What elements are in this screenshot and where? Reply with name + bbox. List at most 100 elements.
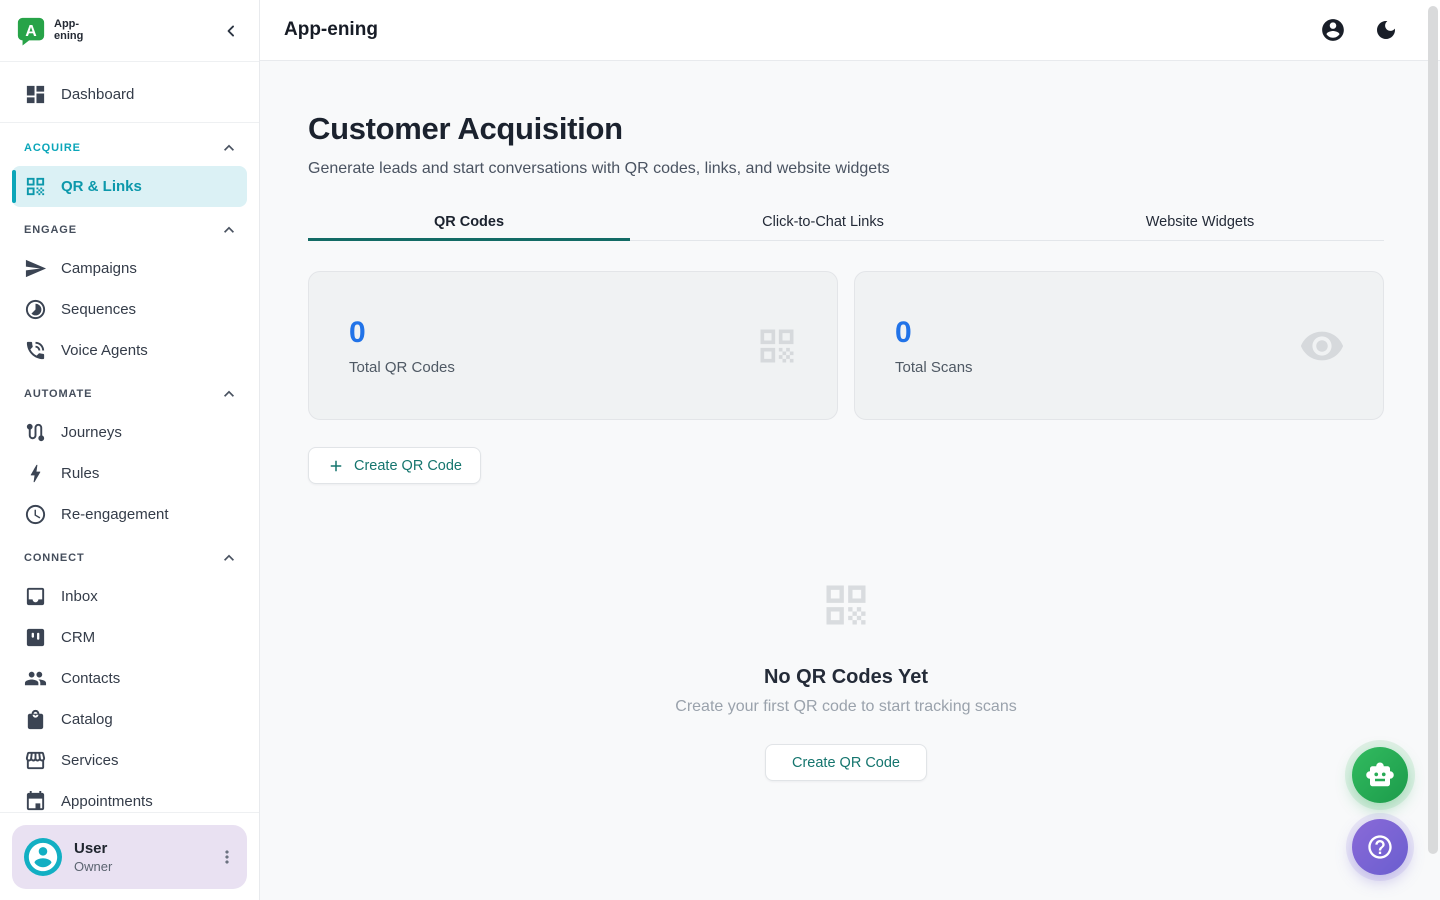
sidebar-section-automate[interactable]: AUTOMATE: [12, 376, 247, 412]
page-content: Customer Acquisition Generate leads and …: [260, 61, 1440, 781]
inbox-icon: [24, 585, 47, 608]
logo-icon: A: [16, 16, 46, 46]
people-icon: [24, 667, 47, 690]
sidebar-section-engage[interactable]: ENGAGE: [12, 212, 247, 248]
section-label: ENGAGE: [24, 224, 77, 236]
qr-code-icon: [755, 324, 799, 368]
sidebar-item-label: Inbox: [61, 588, 98, 605]
sidebar-item-label: Journeys: [61, 424, 122, 441]
chevron-left-icon: [221, 21, 241, 41]
help-icon: [1366, 833, 1394, 861]
sidebar-item-contacts[interactable]: Contacts: [12, 658, 247, 699]
kanban-icon: [24, 626, 47, 649]
sidebar-item-label: Dashboard: [61, 86, 134, 103]
more-vert-icon: [217, 847, 237, 867]
page-subtitle: Generate leads and start conversations w…: [308, 160, 1384, 178]
chevron-up-icon: [219, 384, 239, 404]
empty-state-title: No QR Codes Yet: [764, 666, 928, 689]
section-label: AUTOMATE: [24, 388, 92, 400]
shopping-bag-icon: [24, 708, 47, 731]
section-label: ACQUIRE: [24, 142, 81, 154]
sidebar-item-crm[interactable]: CRM: [12, 617, 247, 658]
user-meta: User Owner: [74, 840, 205, 874]
account-icon: [26, 840, 60, 874]
sidebar-item-label: Services: [61, 752, 119, 769]
empty-state-subtitle: Create your first QR code to start track…: [675, 698, 1016, 716]
topbar: App-ening: [260, 0, 1440, 61]
stat-card-total-scans[interactable]: 0 Total Scans: [854, 271, 1384, 420]
dashboard-icon: [24, 83, 47, 106]
sidebar-item-label: Voice Agents: [61, 342, 148, 359]
sidebar-item-inbox[interactable]: Inbox: [12, 576, 247, 617]
sidebar-divider: [0, 122, 259, 123]
sidebar-item-label: Rules: [61, 465, 99, 482]
button-label: Create QR Code: [354, 458, 462, 474]
sidebar-item-services[interactable]: Services: [12, 740, 247, 781]
sidebar: A App- ening Dashboard ACQUIRE: [0, 0, 260, 900]
eye-icon: [1299, 323, 1345, 369]
sidebar-item-catalog[interactable]: Catalog: [12, 699, 247, 740]
app-logo[interactable]: A App- ening: [16, 16, 83, 46]
stat-card-total-qr-codes[interactable]: 0 Total QR Codes: [308, 271, 838, 420]
phone-in-talk-icon: [24, 339, 47, 362]
stat-label: Total Scans: [895, 359, 1343, 376]
tab-website-widgets[interactable]: Website Widgets: [1016, 204, 1384, 240]
sidebar-item-appointments[interactable]: Appointments: [12, 781, 247, 812]
sidebar-collapse-button[interactable]: [219, 19, 243, 43]
sidebar-item-label: Appointments: [61, 793, 153, 810]
sidebar-section-acquire[interactable]: ACQUIRE: [12, 130, 247, 166]
page-title: Customer Acquisition: [308, 111, 1384, 147]
calendar-icon: [24, 790, 47, 812]
tab-label: Website Widgets: [1146, 214, 1255, 230]
sidebar-item-campaigns[interactable]: Campaigns: [12, 248, 247, 289]
section-label: CONNECT: [24, 552, 85, 564]
sidebar-item-journeys[interactable]: Journeys: [12, 412, 247, 453]
empty-state-create-qr-code-button[interactable]: Create QR Code: [765, 744, 927, 781]
scrollbar-thumb[interactable]: [1428, 6, 1438, 854]
sidebar-item-dashboard[interactable]: Dashboard: [12, 74, 247, 115]
tab-label: QR Codes: [434, 214, 504, 230]
sidebar-item-voice-agents[interactable]: Voice Agents: [12, 330, 247, 371]
sidebar-item-label: Campaigns: [61, 260, 137, 277]
app-title: App-ening: [284, 19, 378, 41]
sidebar-item-label: Catalog: [61, 711, 113, 728]
sidebar-item-label: Re-engagement: [61, 506, 169, 523]
create-row: Create QR Code: [308, 447, 1384, 484]
timelapse-icon: [24, 298, 47, 321]
topbar-actions: [1320, 17, 1398, 43]
plus-icon: [327, 457, 345, 475]
qr-code-icon: [820, 579, 872, 636]
sidebar-item-label: Contacts: [61, 670, 120, 687]
tab-qr-codes[interactable]: QR Codes: [308, 204, 630, 240]
stat-cards: 0 Total QR Codes 0 Total Scans: [308, 271, 1384, 420]
user-card[interactable]: User Owner: [12, 825, 247, 889]
send-icon: [24, 257, 47, 280]
robot-icon: [1365, 760, 1395, 790]
stat-value: 0: [895, 316, 1343, 350]
user-menu-button[interactable]: [217, 847, 237, 867]
chevron-up-icon: [219, 548, 239, 568]
sidebar-item-label: QR & Links: [61, 178, 142, 195]
logo-letter: A: [25, 23, 37, 40]
help-fab-button[interactable]: [1352, 819, 1408, 875]
logo-line1: App-: [54, 19, 83, 31]
sidebar-item-re-engagement[interactable]: Re-engagement: [12, 494, 247, 535]
sidebar-footer: User Owner: [0, 812, 259, 900]
sidebar-item-label: CRM: [61, 629, 95, 646]
app-window: A App- ening Dashboard ACQUIRE: [0, 0, 1440, 900]
dark-mode-moon-icon[interactable]: [1374, 18, 1398, 42]
sidebar-section-connect[interactable]: CONNECT: [12, 540, 247, 576]
create-qr-code-button[interactable]: Create QR Code: [308, 447, 481, 484]
account-circle-icon[interactable]: [1320, 17, 1346, 43]
main-area: App-ening Customer Acquisition Generate …: [260, 0, 1440, 900]
route-icon: [24, 421, 47, 444]
sidebar-item-qr-links[interactable]: QR & Links: [12, 166, 247, 207]
empty-state: No QR Codes Yet Create your first QR cod…: [308, 579, 1384, 781]
chatbot-fab-button[interactable]: [1352, 747, 1408, 803]
sidebar-item-sequences[interactable]: Sequences: [12, 289, 247, 330]
user-name: User: [74, 840, 205, 857]
button-label: Create QR Code: [792, 755, 900, 771]
sidebar-item-label: Sequences: [61, 301, 136, 318]
sidebar-item-rules[interactable]: Rules: [12, 453, 247, 494]
tab-click-to-chat-links[interactable]: Click-to-Chat Links: [630, 204, 1016, 240]
